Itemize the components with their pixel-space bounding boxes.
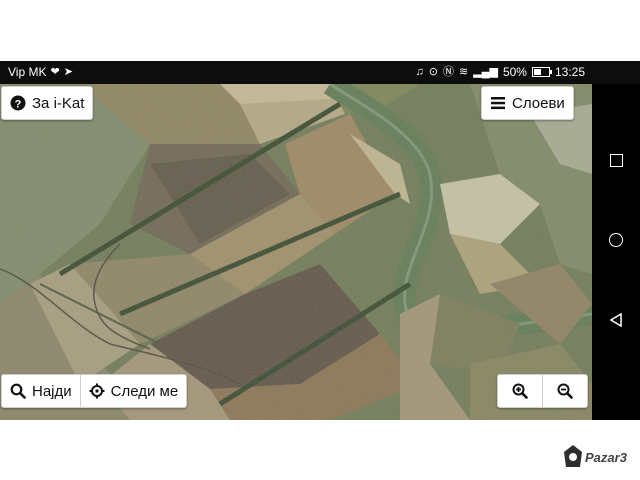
menu-icon (491, 97, 505, 110)
svg-text:?: ? (15, 98, 22, 110)
nfc-icon: Ⓝ (443, 66, 454, 78)
back-triangle-icon (609, 313, 622, 327)
battery-icon (531, 67, 552, 77)
back-button[interactable] (592, 305, 640, 335)
satellite-map[interactable]: ? За i-Kat Слоеви Најди Следи ме (0, 84, 592, 420)
recents-button[interactable] (592, 145, 640, 175)
about-button[interactable]: ? За i-Kat (1, 86, 94, 120)
watermark-text: Pazar3 (585, 449, 627, 465)
question-circle-icon: ? (10, 95, 26, 111)
watermark-logo-icon (564, 445, 582, 467)
layers-button-label: Слоеви (512, 94, 565, 112)
status-bar: Vip MK ❤ ➤ ♫ ⊙ Ⓝ ≋ ▂▄▆ 50% 13:25 (0, 61, 640, 84)
crosshair-icon (89, 383, 105, 399)
location-icon: ⊙ (428, 66, 438, 78)
navigation-bar (592, 84, 640, 420)
arrow-icon: ➤ (63, 66, 73, 78)
search-button-label: Најди (32, 382, 72, 400)
zoom-out-button[interactable] (542, 375, 587, 407)
home-button[interactable] (592, 225, 640, 255)
wifi-icon: ≋ (459, 66, 469, 78)
search-follow-group: Најди Следи ме (1, 374, 188, 408)
follow-me-button-label: Следи ме (110, 382, 179, 400)
battery-percent: 50% (502, 65, 527, 79)
signal-icon: ▂▄▆ (473, 66, 498, 78)
carrier-label: Vip MK (8, 65, 47, 79)
battery-fill (533, 69, 541, 75)
headset-icon: ♫ (415, 66, 424, 78)
zoom-controls (497, 374, 588, 408)
heart-pulse-icon: ❤ (50, 66, 60, 78)
zoom-in-button[interactable] (498, 375, 542, 407)
about-button-label: За i-Kat (32, 94, 85, 112)
search-button[interactable]: Најди (2, 375, 80, 407)
clock: 13:25 (554, 65, 585, 79)
status-right: ♫ ⊙ Ⓝ ≋ ▂▄▆ 50% 13:25 (416, 65, 585, 79)
home-circle-icon (609, 233, 623, 247)
search-icon (10, 383, 26, 399)
status-left: Vip MK ❤ ➤ (8, 65, 73, 79)
layers-button[interactable]: Слоеви (481, 86, 574, 120)
watermark: Pazar3 (563, 444, 627, 470)
map-imagery (0, 84, 592, 420)
zoom-out-icon (557, 383, 573, 399)
follow-me-button[interactable]: Следи ме (79, 375, 187, 407)
recents-square-icon (609, 153, 623, 167)
zoom-in-icon (512, 383, 528, 399)
